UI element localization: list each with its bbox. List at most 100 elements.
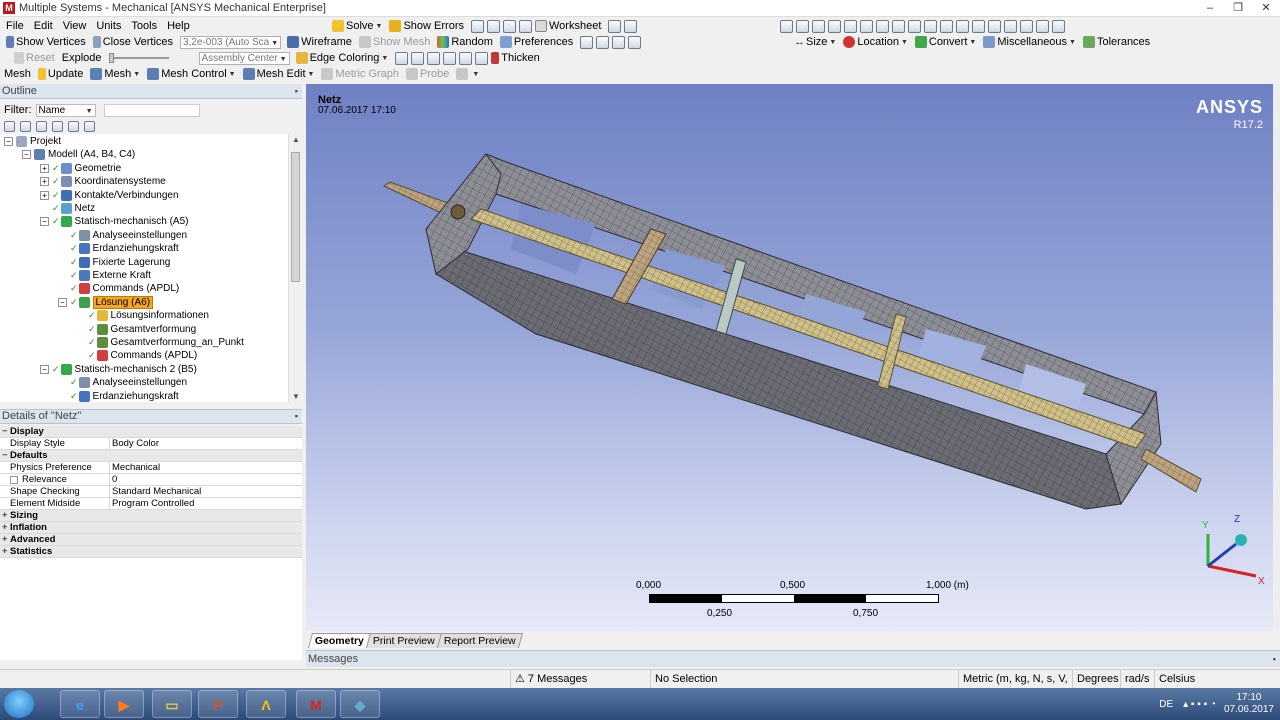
messages-panel-header[interactable]: Messages ▪ <box>306 650 1280 667</box>
rotate-icon[interactable] <box>908 19 921 33</box>
tree-item[interactable]: + ✓ Kontakte/Verbindungen <box>40 189 179 202</box>
tree-item[interactable]: ✓ Commands (APDL) <box>76 349 197 362</box>
zoom-icon[interactable] <box>940 19 953 33</box>
tree-item[interactable]: + ✓ Koordinatensysteme <box>40 175 166 188</box>
details-value[interactable]: Body Color <box>110 438 159 449</box>
group-expander-icon[interactable]: − <box>2 450 8 462</box>
tree-item[interactable]: − ✓ Statisch-mechanisch (A5) <box>40 215 188 228</box>
reset-button[interactable]: Reset <box>14 52 55 64</box>
details-group[interactable]: + Advanced <box>0 534 302 546</box>
zoom-fit-icon[interactable] <box>972 19 985 33</box>
tab-geometry[interactable]: Geometry <box>307 633 372 648</box>
stop-icon[interactable] <box>503 19 516 33</box>
parameter-checkbox[interactable] <box>10 476 18 484</box>
details-group[interactable]: + Inflation <box>0 522 302 534</box>
edge-style-4-icon[interactable] <box>443 51 457 65</box>
edge-style-5-icon[interactable] <box>459 51 473 65</box>
next-view-icon[interactable] <box>1020 19 1033 33</box>
pin-edge-icon[interactable] <box>475 51 489 65</box>
node-select-icon[interactable] <box>860 19 873 33</box>
menu-edit[interactable]: Edit <box>34 20 53 32</box>
expander-icon[interactable]: − <box>58 297 67 307</box>
edge-display-icon[interactable] <box>612 35 626 49</box>
tree-item[interactable]: ✓ Fixierte Lagerung <box>58 256 170 269</box>
thicken-button[interactable]: Thicken <box>491 52 540 64</box>
expander-icon[interactable]: + <box>40 163 49 173</box>
tree-item[interactable]: ✓ Externe Kraft <box>58 269 151 282</box>
edge-color-icon[interactable] <box>628 35 642 49</box>
info-icon[interactable] <box>608 19 622 33</box>
tree-item[interactable]: ✓ Erdanziehungskraft <box>58 390 179 402</box>
status-messages[interactable]: ⚠ 7 Messages <box>510 670 650 688</box>
edge-thick-icon[interactable] <box>580 35 594 49</box>
details-value[interactable]: Program Controlled <box>110 498 194 509</box>
mesh-edit-button[interactable]: Mesh Edit ▼ <box>242 68 314 80</box>
internet-explorer-icon[interactable]: e <box>60 690 100 718</box>
status-temperature[interactable]: Celsius <box>1154 670 1280 688</box>
viewport-scrollbar[interactable] <box>1273 84 1280 631</box>
tree-item[interactable]: − ✓ Lösung (A6) <box>58 295 154 309</box>
tree-item[interactable]: ✓ Analyseeinstellungen <box>58 229 187 242</box>
ansys-workbench-icon[interactable]: Λ <box>246 690 286 718</box>
tree-item[interactable]: ✓ Gesamtverformung <box>76 323 196 336</box>
tree-item[interactable]: ✓ Erdanziehungskraft <box>58 242 179 255</box>
language-indicator[interactable]: DE <box>1159 699 1173 710</box>
menu-view[interactable]: View <box>63 20 87 32</box>
group-expander-icon[interactable]: + <box>2 522 8 534</box>
edge-style-2-icon[interactable] <box>411 51 425 65</box>
tree-item[interactable]: + ✓ Geometrie <box>40 162 121 175</box>
convert-button[interactable]: Convert ▼ <box>914 36 976 48</box>
expander-icon[interactable]: + <box>40 177 49 187</box>
file-explorer-icon[interactable]: ▭ <box>152 690 192 718</box>
filter-input[interactable] <box>103 103 200 117</box>
edge-select-icon[interactable] <box>812 19 825 33</box>
details-value[interactable]: 0 <box>110 474 117 485</box>
magnifier-icon[interactable] <box>988 19 1001 33</box>
viewports-icon[interactable] <box>1052 19 1065 33</box>
miscellaneous-button[interactable]: Miscellaneous ▼ <box>983 36 1076 48</box>
pan-icon[interactable] <box>924 19 937 33</box>
scale-combo[interactable]: 3,2e-003 (Auto Sca ▼ <box>180 35 282 49</box>
pin-icon[interactable]: ▪ <box>1273 651 1276 667</box>
status-units[interactable]: Metric (m, kg, N, s, V, A) <box>958 670 1072 703</box>
status-angle[interactable]: Degrees <box>1072 670 1120 688</box>
face-select-icon[interactable] <box>828 19 841 33</box>
expander-icon[interactable]: − <box>40 217 49 227</box>
select-cursor-icon[interactable] <box>780 19 793 33</box>
menu-file[interactable]: File <box>6 20 24 32</box>
assembly-center-combo[interactable]: Assembly Center ▼ <box>198 51 290 65</box>
iso-view-icon[interactable] <box>1036 19 1049 33</box>
design-modeler-icon[interactable]: ◆ <box>340 690 380 718</box>
zoom-box-icon[interactable] <box>956 19 969 33</box>
sort-icon[interactable] <box>84 120 95 132</box>
details-value[interactable]: Mechanical <box>110 462 160 473</box>
mesh-control-button[interactable]: Mesh Control ▼ <box>147 68 236 80</box>
close-vertices-button[interactable]: Close Vertices <box>92 36 173 48</box>
media-player-icon[interactable]: ▶ <box>104 690 144 718</box>
mechanical-taskbar-icon[interactable]: M <box>296 690 336 718</box>
menu-help[interactable]: Help <box>167 20 190 32</box>
edge-style-1-icon[interactable] <box>395 51 409 65</box>
tree-item[interactable]: ✓ Gesamtverformung_an_Punkt <box>76 336 244 349</box>
clock[interactable]: 17:10 07.06.2017 <box>1224 692 1274 716</box>
scroll-up-icon[interactable]: ▲ <box>292 135 300 144</box>
expand-all-icon[interactable] <box>4 120 15 132</box>
details-row[interactable]: Shape Checking Standard Mechanical <box>0 486 302 498</box>
group-expander-icon[interactable]: + <box>2 546 8 558</box>
menu-units[interactable]: Units <box>96 20 121 32</box>
filter-type-select[interactable]: Name ▼ <box>35 103 96 117</box>
tolerances-button[interactable]: Tolerances <box>1082 36 1150 48</box>
wireframe-button[interactable]: Wireframe <box>287 36 352 48</box>
tag-icon[interactable] <box>624 19 638 33</box>
status-rate[interactable]: rad/s <box>1120 670 1154 688</box>
pin-icon[interactable]: ▪ <box>295 84 298 99</box>
tree-item[interactable]: ✓ Commands (APDL) <box>58 282 179 295</box>
tree-item[interactable]: ✓ Netz <box>40 202 95 215</box>
details-row[interactable]: Physics Preference Mechanical <box>0 462 302 474</box>
details-row[interactable]: Relevance 0 <box>0 474 302 486</box>
mesh-model[interactable] <box>306 84 1273 631</box>
details-row[interactable]: Element Midside NodesProgram Controlled <box>0 498 302 521</box>
tab-report-preview[interactable]: Report Preview <box>436 633 523 648</box>
location-button[interactable]: Location ▼ <box>843 36 908 48</box>
vertex-select-icon[interactable] <box>796 19 809 33</box>
